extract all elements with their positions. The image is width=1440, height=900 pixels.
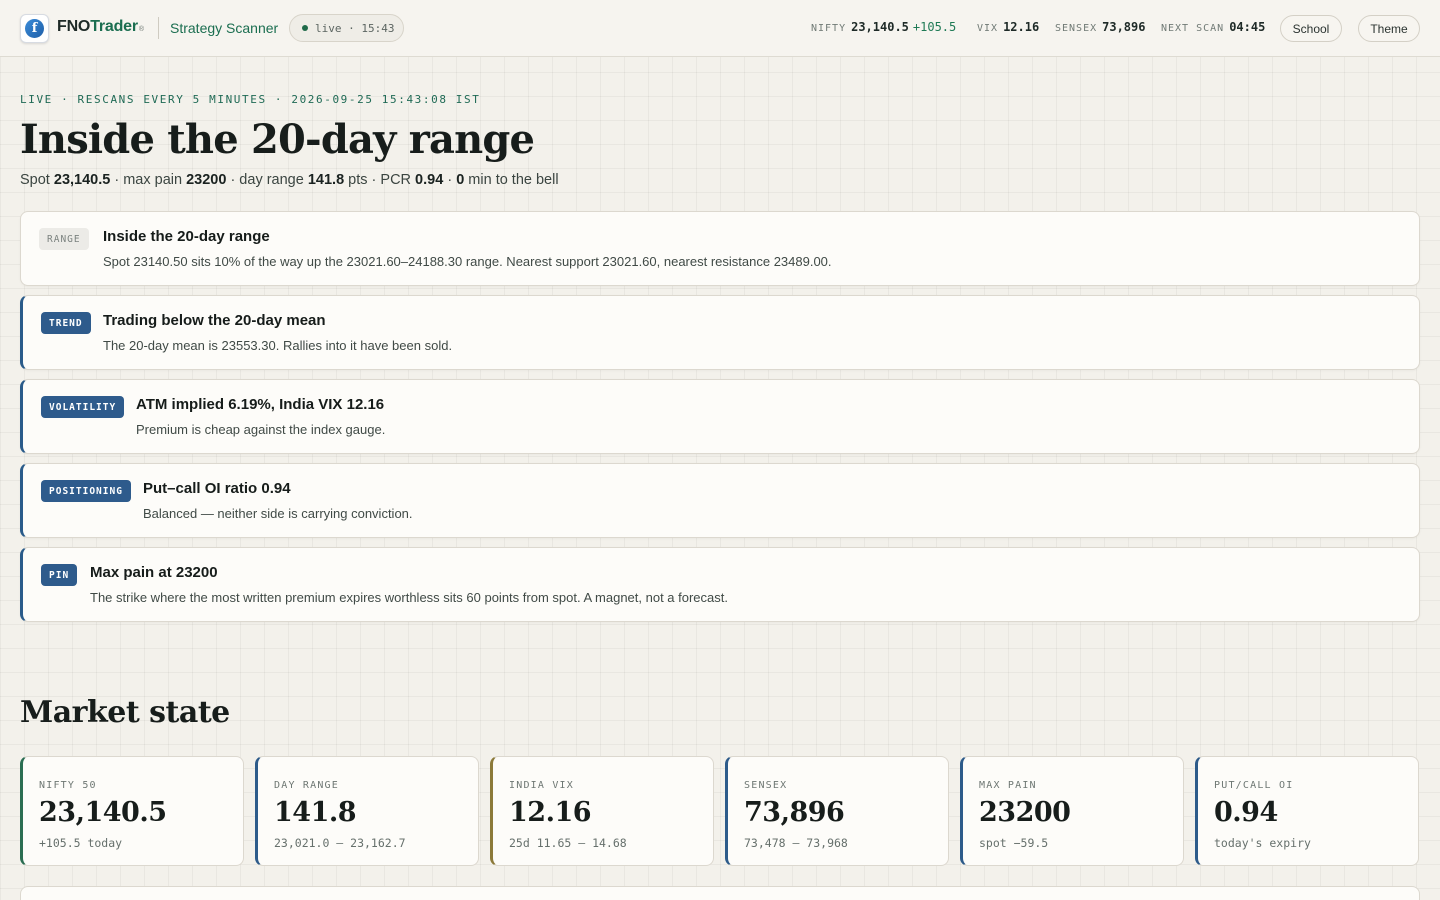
stat-note: 25d 11.65 – 14.68 [509, 836, 627, 850]
live-status-text: live · 15:43 [315, 21, 395, 35]
stat-label: NIFTY 50 [39, 780, 97, 791]
max-pain-label: · max pain [114, 172, 183, 188]
ticker-nifty: NIFTY 23,140.5 +105.5 [811, 20, 956, 34]
stat-value: 12.16 [509, 797, 592, 828]
school-button[interactable]: School [1280, 15, 1342, 42]
insight-tag: VOLATILITY [41, 396, 125, 418]
theme-button[interactable]: Theme [1358, 15, 1420, 42]
stat-value: 23,140.5 [39, 797, 167, 828]
stat-value: 0.94 [1214, 797, 1278, 828]
day-range-unit: pts · PCR [348, 172, 412, 188]
stat-label: SENSEX [744, 780, 788, 791]
max-pain-value: 23200 [186, 172, 227, 188]
next-scan-label: NEXT SCAN [1161, 23, 1225, 34]
stat-note: 73,478 – 73,968 [744, 836, 848, 850]
insight-title: ATM implied 6.19%, India VIX 12.16 [136, 396, 385, 413]
bell-value: 0 [456, 172, 465, 188]
insight-card-pin: PIN Max pain at 23200 The strike where t… [20, 547, 1420, 622]
insight-text: Spot 23140.50 sits 10% of the way up the… [103, 254, 832, 269]
insight-card-trend: TREND Trading below the 20-day mean The … [20, 295, 1420, 370]
stat-card-day-range: DAY RANGE 141.8 23,021.0 – 23,162.7 [255, 756, 479, 866]
bell-label: min to the bell [468, 172, 559, 188]
ticker-sensex: SENSEX 73,896 [1055, 20, 1145, 34]
ticker-nifty-change: +105.5 [912, 20, 957, 34]
insight-text: Balanced — neither side is carrying conv… [143, 506, 413, 521]
insight-title: Max pain at 23200 [90, 564, 218, 581]
ticker-nifty-label: NIFTY [811, 23, 847, 34]
live-eyebrow: LIVE · RESCANS EVERY 5 MINUTES · 2026-09… [20, 93, 481, 106]
stat-card-max-pain: MAX PAIN 23200 spot −59.5 [960, 756, 1184, 866]
spot-label: Spot [20, 172, 50, 188]
insight-card-volatility: VOLATILITY ATM implied 6.19%, India VIX … [20, 379, 1420, 454]
ticker-nifty-value: 23,140.5 [851, 20, 909, 34]
brand-part-1: FNO [57, 18, 91, 35]
ticker-next-scan: NEXT SCAN 04:45 [1161, 20, 1265, 34]
page-title: Inside the 20-day range [20, 116, 535, 163]
stat-card-put-call-oi: PUT/CALL OI 0.94 today's expiry [1195, 756, 1419, 866]
pcr-value: 0.94 [415, 172, 444, 188]
brand-registered-mark: ® [138, 26, 144, 33]
brand-name[interactable]: FNOTrader® [57, 18, 144, 36]
insight-text: Premium is cheap against the index gauge… [136, 422, 386, 437]
insight-tag: RANGE [39, 228, 89, 250]
ticker-vix-value: 12.16 [1003, 20, 1040, 34]
day-range-value: 141.8 [307, 172, 345, 188]
insight-title: Put–call OI ratio 0.94 [143, 480, 291, 497]
insight-card-range: RANGE Inside the 20-day range Spot 23140… [20, 211, 1420, 286]
live-dot-icon [302, 25, 308, 31]
stat-value: 73,896 [744, 797, 845, 828]
hero-summary: Spot 23,140.5 · max pain 23200 · day ran… [20, 172, 559, 188]
next-section-panel [20, 886, 1420, 900]
insight-tag: TREND [41, 312, 91, 334]
insight-title: Inside the 20-day range [103, 228, 270, 245]
top-bar: f FNOTrader® Strategy Scanner live · 15:… [0, 0, 1440, 57]
header-divider [158, 17, 159, 39]
next-scan-countdown: 04:45 [1229, 20, 1266, 34]
ticker-vix: VIX 12.16 [977, 20, 1039, 34]
stat-note: +105.5 today [39, 836, 123, 850]
stat-card-sensex: SENSEX 73,896 73,478 – 73,968 [725, 756, 949, 866]
separator: · [447, 172, 453, 188]
ticker-sensex-value: 73,896 [1102, 20, 1146, 34]
stat-label: PUT/CALL OI [1214, 780, 1294, 791]
ticker-sensex-label: SENSEX [1055, 23, 1098, 34]
stat-card-india-vix: INDIA VIX 12.16 25d 11.65 – 14.68 [490, 756, 714, 866]
market-state-title: Market state [20, 695, 230, 730]
stat-note: today's expiry [1214, 836, 1311, 850]
spot-value: 23,140.5 [53, 172, 111, 188]
stat-label: MAX PAIN [979, 780, 1037, 791]
ticker-vix-label: VIX [977, 23, 999, 34]
insight-text: The 20-day mean is 23553.30. Rallies int… [103, 338, 453, 353]
stat-value: 23200 [979, 797, 1071, 828]
insight-text: The strike where the most written premiu… [90, 590, 728, 605]
live-status-pill: live · 15:43 [289, 14, 404, 42]
stat-value: 141.8 [274, 797, 357, 828]
strategy-scanner-link[interactable]: Strategy Scanner [170, 20, 278, 36]
stat-label: DAY RANGE [274, 780, 339, 791]
brand-part-2: Trader [90, 18, 138, 35]
stat-card-nifty: NIFTY 50 23,140.5 +105.5 today [20, 756, 244, 866]
insight-card-positioning: POSITIONING Put–call OI ratio 0.94 Balan… [20, 463, 1420, 538]
stat-label: INDIA VIX [509, 780, 574, 791]
logo[interactable]: f [20, 14, 49, 43]
logo-icon: f [25, 19, 44, 38]
insight-title: Trading below the 20-day mean [103, 312, 326, 329]
stat-note: spot −59.5 [979, 836, 1049, 850]
insight-tag: POSITIONING [41, 480, 131, 502]
stat-note: 23,021.0 – 23,162.7 [274, 836, 406, 850]
insight-tag: PIN [41, 564, 78, 586]
day-range-label: · day range [230, 172, 304, 188]
